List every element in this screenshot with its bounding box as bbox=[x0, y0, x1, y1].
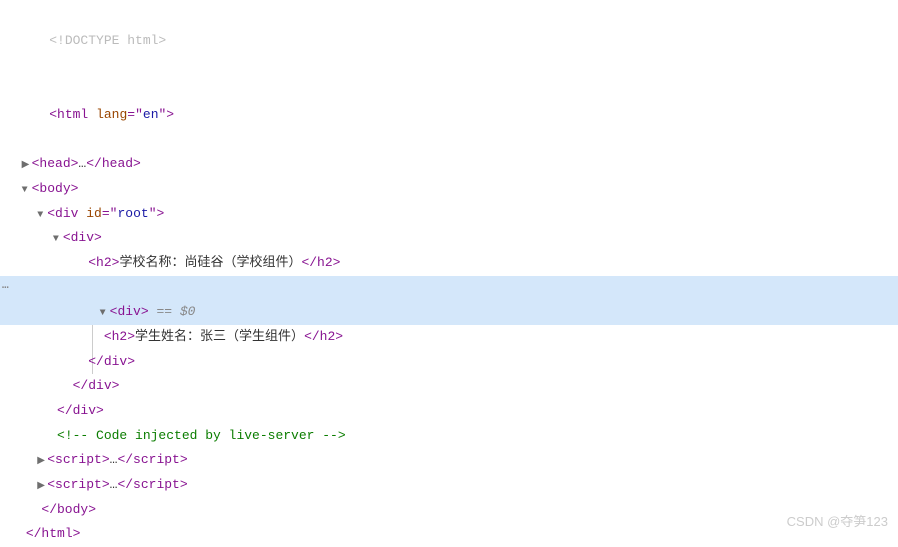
div-open: <div> bbox=[110, 304, 149, 319]
doctype-line[interactable]: <!DOCTYPE html> bbox=[0, 4, 898, 78]
h2-student-line[interactable]: <h2>学生姓名：张三（学生组件）</h2> bbox=[0, 325, 898, 350]
script-line-1[interactable]: ▶<script>…</script> bbox=[0, 448, 898, 473]
div-close: </div> bbox=[73, 378, 120, 393]
head-line[interactable]: ▶<head>…</head> bbox=[0, 152, 898, 177]
h2-school-line[interactable]: <h2>学校名称：尚硅谷（学校组件）</h2> bbox=[0, 251, 898, 276]
script-open: <script> bbox=[47, 477, 109, 492]
script-line-2[interactable]: ▶<script>…</script> bbox=[0, 473, 898, 498]
h2-open: <h2> bbox=[88, 255, 119, 270]
head-close: </head> bbox=[86, 156, 141, 171]
div-root-line[interactable]: ▼<div id="root"> bbox=[0, 202, 898, 227]
expand-arrow-right[interactable]: ▶ bbox=[37, 477, 47, 496]
comment-text: <!-- Code injected by live-server --> bbox=[57, 428, 346, 443]
expand-arrow-down[interactable]: ▼ bbox=[37, 206, 47, 225]
div-selected-line[interactable]: … ▼<div> == $0 bbox=[0, 276, 898, 325]
doctype-text: <!DOCTYPE html> bbox=[49, 33, 166, 48]
div-open: <div> bbox=[63, 230, 102, 245]
div-close-line[interactable]: </div> bbox=[0, 350, 898, 375]
head-open: <head> bbox=[32, 156, 79, 171]
comment-line[interactable]: <!-- Code injected by live-server --> bbox=[0, 424, 898, 449]
tag-open: <div id="root"> bbox=[47, 206, 164, 221]
gutter-ellipsis[interactable]: … bbox=[2, 276, 10, 297]
body-open-line[interactable]: ▼<body> bbox=[0, 177, 898, 202]
expand-arrow-down[interactable]: ▼ bbox=[53, 230, 63, 249]
div-inner-line[interactable]: ▼<div> bbox=[0, 226, 898, 251]
expand-arrow-down[interactable]: ▼ bbox=[22, 181, 32, 200]
body-open: <body> bbox=[32, 181, 79, 196]
div-close: </div> bbox=[88, 354, 135, 369]
div-close-line[interactable]: </div> bbox=[0, 399, 898, 424]
html-open-line[interactable]: <html lang="en"> bbox=[0, 78, 898, 152]
h2-student-text: 学生姓名：张三（学生组件） bbox=[135, 329, 304, 344]
expand-arrow-right[interactable]: ▶ bbox=[37, 452, 47, 471]
body-close: </body> bbox=[41, 502, 96, 517]
div-close: </div> bbox=[57, 403, 104, 418]
expand-arrow-right[interactable]: ▶ bbox=[22, 156, 32, 175]
body-close-line[interactable]: </body> bbox=[0, 498, 898, 523]
selected-marker: == $0 bbox=[149, 304, 196, 319]
script-open: <script> bbox=[47, 452, 109, 467]
h2-school-text: 学校名称：尚硅谷（学校组件） bbox=[119, 255, 301, 270]
dom-tree: <!DOCTYPE html> <html lang="en"> ▶<head>… bbox=[0, 0, 898, 547]
html-close-line[interactable]: </html> bbox=[0, 522, 898, 547]
script-close: </script> bbox=[117, 452, 187, 467]
tag-open: <html lang="en"> bbox=[49, 107, 174, 122]
expand-arrow-down[interactable]: ▼ bbox=[100, 304, 110, 323]
h2-close: </h2> bbox=[301, 255, 340, 270]
script-close: </script> bbox=[117, 477, 187, 492]
h2-open: <h2> bbox=[104, 329, 135, 344]
h2-close: </h2> bbox=[304, 329, 343, 344]
div-close-line[interactable]: </div> bbox=[0, 374, 898, 399]
html-close: </html> bbox=[26, 526, 81, 541]
